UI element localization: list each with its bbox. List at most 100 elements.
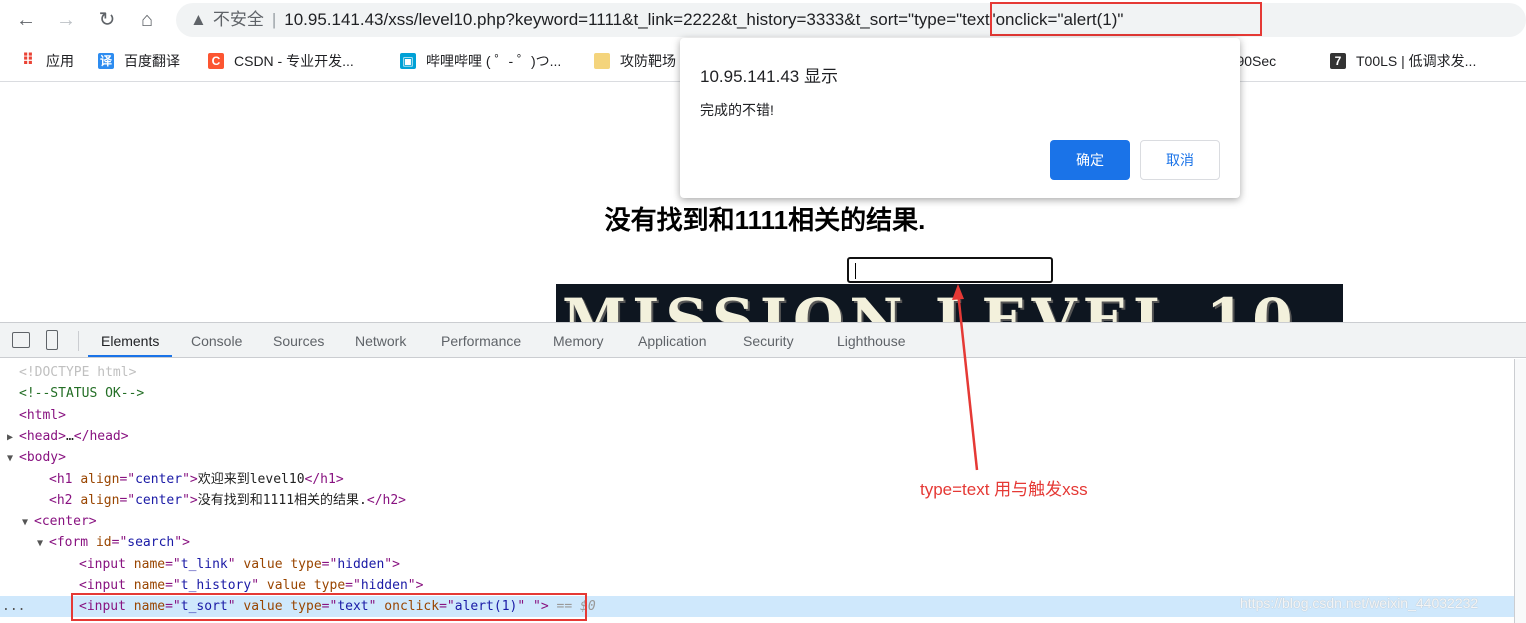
address-bar[interactable]: ▲ 不安全 | 10.95.141.43/xss/level10.php?keywor… — [176, 3, 1526, 37]
dom-token: align — [80, 492, 120, 508]
dom-node-line[interactable]: <!DOCTYPE html> — [0, 362, 1514, 383]
annotation-text: type=text 用与触发xss — [920, 480, 1088, 499]
dom-token: </h2> — [366, 492, 407, 508]
bookmark-label: T00LS | 低调求发... — [1356, 53, 1477, 69]
mission-banner-image: MISSION LEVEL 10 — [556, 284, 1343, 324]
tab-sources[interactable]: Sources — [273, 323, 324, 357]
reload-button[interactable]: ↻ — [95, 8, 119, 32]
dom-token: value type — [266, 578, 346, 593]
expand-triangle-icon[interactable]: ▼ — [7, 448, 19, 469]
devtools-tabbar: Elements Console Sources Network Performance… — [0, 323, 1526, 358]
dom-token: … — [65, 428, 74, 444]
dom-token: <h1 — [49, 471, 81, 487]
dom-node-line[interactable]: <html> — [0, 405, 1514, 426]
dom-token: name — [133, 556, 166, 572]
dom-token: <!--STATUS OK--> — [19, 386, 145, 402]
styles-sidebar[interactable] — [1514, 359, 1526, 623]
dom-token: <input — [79, 578, 134, 593]
bookmark-label: 哔哩哔哩 ( ゜- ゜)つ... — [426, 53, 562, 69]
dom-token: <input — [79, 556, 134, 572]
dom-token: <!DOCTYPE html> — [19, 365, 137, 380]
dom-token: "> — [174, 535, 190, 551]
dom-token: "> — [407, 578, 424, 593]
dom-token: =" — [345, 578, 361, 593]
bookmark-item[interactable]: C CSDN - 专业开发... — [208, 51, 354, 71]
bookmark-item[interactable]: ▣ 哔哩哔哩 ( ゜- ゜)つ... — [400, 51, 561, 71]
apps-grid-icon: ⠿ — [21, 52, 35, 69]
dom-token: =" — [165, 556, 181, 572]
dom-tree: <!DOCTYPE html> <!--STATUS OK--> <html> ▶ <h… — [0, 359, 1514, 623]
url-highlight-box — [990, 2, 1262, 36]
dom-node-line[interactable]: ▼ <form id="search"> — [0, 532, 1514, 553]
dom-node-line[interactable]: ▼ <center> — [0, 511, 1514, 532]
dom-token: t_link — [180, 556, 228, 572]
baidu-translate-icon: 译 — [98, 53, 114, 69]
tab-lighthouse[interactable]: Lighthouse — [837, 323, 906, 357]
browser-toolbar: ← → ↻ ⌂ ▲ 不安全 | 10.95.141.43/xss/level10.ph… — [0, 0, 1526, 40]
dom-node-line[interactable]: ▶ <head>…</head> — [0, 426, 1514, 447]
dom-node-line[interactable]: <!--STATUS OK--> — [0, 383, 1514, 404]
node-menu-icon[interactable]: ... — [2, 596, 25, 617]
tab-elements[interactable]: Elements — [88, 323, 173, 357]
watermark: https://blog.csdn.net/weixin_44032232 — [1240, 595, 1479, 611]
dom-token: <html> — [19, 407, 66, 423]
alert-dialog: 10.95.141.43 显示 完成的不错! 确定 取消 — [680, 38, 1240, 198]
t-sort-input[interactable] — [847, 257, 1053, 283]
dom-token: id — [95, 535, 112, 551]
expand-triangle-icon[interactable]: ▼ — [37, 533, 49, 554]
dom-node-line[interactable]: <input name="t_link" value type="hidden"… — [0, 554, 1514, 575]
ok-button[interactable]: 确定 — [1050, 140, 1130, 180]
dom-token: =" — [111, 535, 128, 551]
tools-7-icon: 7 — [1330, 53, 1346, 69]
dom-token: 没有找到和1111相关的结果. — [197, 492, 367, 508]
url-text: 10.95.141.43/xss/level10.php?keyword=111… — [284, 10, 909, 29]
dom-token: 欢迎来到level10 — [197, 471, 305, 487]
dom-node-line[interactable]: <h1 align="center">欢迎来到level10</h1> — [0, 469, 1514, 490]
tab-security[interactable]: Security — [743, 323, 794, 357]
inspect-element-icon[interactable] — [12, 332, 30, 348]
dialog-message: 完成的不错! — [700, 102, 774, 118]
tab-memory[interactable]: Memory — [553, 323, 604, 357]
dom-token: <center> — [34, 514, 97, 530]
dom-token: hidden — [360, 578, 408, 593]
dom-token: center — [135, 471, 183, 487]
dom-token: =" — [119, 492, 136, 508]
tab-application[interactable]: Application — [638, 323, 707, 357]
divider — [78, 331, 79, 351]
bookmark-label: 攻防靶场 — [620, 53, 676, 69]
bilibili-icon: ▣ — [400, 53, 416, 69]
forward-button[interactable]: → — [54, 8, 78, 32]
tab-console[interactable]: Console — [191, 323, 242, 357]
dom-token: <body> — [19, 450, 66, 466]
collapse-triangle-icon[interactable]: ▶ — [7, 427, 19, 448]
dom-token: =" — [119, 471, 136, 487]
bookmark-item[interactable]: ⠿ 应用 — [20, 51, 74, 71]
dom-token: value type — [243, 556, 322, 572]
back-button[interactable]: ← — [14, 8, 38, 32]
dom-token: "> — [182, 492, 198, 508]
expand-triangle-icon[interactable]: ▼ — [22, 512, 34, 533]
tab-network[interactable]: Network — [355, 323, 406, 357]
dom-token: <head> — [19, 428, 66, 444]
device-toggle-icon[interactable] — [46, 330, 58, 350]
bookmark-item[interactable]: 7 T00LS | 低调求发... — [1330, 51, 1476, 71]
bookmark-item[interactable]: 攻防靶场 — [594, 51, 676, 71]
devtools-panel: Elements Console Sources Network Performance… — [0, 322, 1526, 623]
dom-token: "> — [384, 556, 400, 572]
bookmark-label: 百度翻译 — [124, 53, 180, 69]
bookmark-label: CSDN - 专业开发... — [234, 53, 354, 69]
dom-token: =" — [165, 578, 181, 593]
bookmark-label: 应用 — [46, 53, 74, 69]
separator: | — [271, 10, 277, 29]
tab-performance[interactable]: Performance — [441, 323, 521, 357]
cancel-button[interactable]: 取消 — [1140, 140, 1220, 180]
dom-token: </head> — [73, 428, 129, 444]
home-button[interactable]: ⌂ — [135, 8, 159, 32]
dom-token: <form — [49, 535, 96, 551]
result-heading: 没有找到和1111相关的结果. — [604, 205, 926, 235]
dom-node-line[interactable]: <h2 align="center">没有找到和1111相关的结果.</h2> — [0, 490, 1514, 511]
bookmark-item[interactable]: 译百度翻译 — [98, 51, 180, 71]
dom-token: " — [227, 556, 244, 572]
text-caret — [855, 263, 856, 279]
dom-node-line[interactable]: ▼ <body> — [0, 447, 1514, 468]
